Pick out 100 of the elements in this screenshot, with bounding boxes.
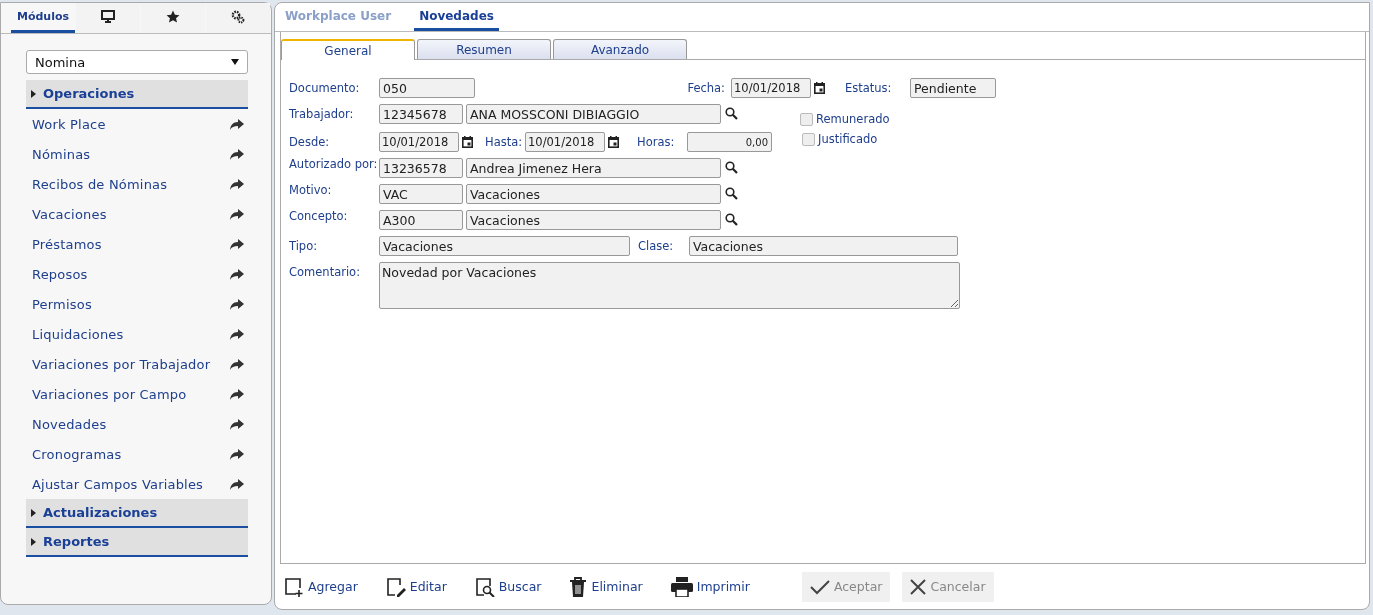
field-label: Autorizado por: [289, 158, 379, 171]
star-tab[interactable] [141, 3, 205, 33]
gears-tab[interactable] [206, 3, 270, 33]
section-header[interactable]: Reportes [26, 528, 248, 557]
menu-item[interactable]: Work Place [26, 109, 248, 139]
caret-icon [31, 537, 37, 546]
checkbox-label: Justificado [818, 132, 878, 146]
name-field[interactable]: Andrea Jimenez Hera [466, 158, 721, 178]
date-field[interactable]: 10/01/2018 [731, 78, 811, 98]
add-icon [284, 576, 304, 597]
share-arrow-icon [230, 478, 244, 490]
search-icon[interactable] [725, 213, 738, 226]
delete-button[interactable]: Eliminar [565, 571, 647, 602]
calendar-icon[interactable] [608, 136, 619, 148]
form-tab[interactable]: Resumen [417, 39, 551, 59]
section-title: Reportes [43, 534, 110, 549]
field-label: Desde: [289, 134, 331, 151]
share-arrow-icon [230, 388, 244, 400]
checkbox-label: Remunerado [816, 112, 890, 126]
field-label: Estatus: [845, 80, 893, 97]
code-field[interactable]: 13236578 [379, 158, 463, 178]
module-select[interactable]: Nomina [26, 50, 248, 74]
menu-item[interactable]: Ajustar Campos Variables [26, 469, 248, 499]
share-arrow-icon [230, 448, 244, 460]
field-label: Concepto: [289, 210, 349, 223]
field-label: Horas: [637, 134, 676, 151]
menu-item[interactable]: Préstamos [26, 229, 248, 259]
field-label: Trabajador: [289, 106, 355, 123]
share-arrow-icon [230, 148, 244, 160]
share-arrow-icon [230, 178, 244, 190]
menu-item[interactable]: Permisos [26, 289, 248, 319]
search-button[interactable]: Buscar [470, 571, 546, 602]
page-tab[interactable]: Novedades [414, 3, 499, 31]
form-tab[interactable]: General [281, 39, 415, 60]
name-field[interactable]: ANA MOSSCONI DIBIAGGIO [466, 104, 721, 124]
share-arrow-icon [230, 298, 244, 310]
section-title: Operaciones [43, 86, 135, 101]
checkbox[interactable] [802, 132, 815, 146]
field-label: Motivo: [289, 184, 333, 197]
print-button[interactable]: Imprimir [666, 571, 754, 602]
section-header[interactable]: Actualizaciones [26, 499, 248, 528]
printer-icon [670, 576, 693, 597]
search-icon[interactable] [725, 187, 738, 200]
date-field[interactable]: 10/01/2018 [525, 132, 605, 152]
gears-icon [231, 9, 245, 24]
document-field[interactable]: 050 [379, 78, 475, 98]
edit-button[interactable]: Editar [381, 571, 451, 602]
search-icon[interactable] [725, 107, 738, 120]
hours-field[interactable]: 0,00 [687, 132, 772, 152]
field-label: Clase: [638, 238, 675, 255]
class-field[interactable]: Vacaciones [689, 236, 958, 256]
section-title: Actualizaciones [43, 505, 158, 520]
code-field[interactable]: 12345678 [379, 104, 463, 124]
add-button[interactable]: Agregar [280, 571, 362, 602]
monitor-icon [101, 10, 115, 23]
calendar-icon[interactable] [462, 136, 473, 148]
calendar-icon[interactable] [814, 82, 825, 94]
share-arrow-icon [230, 268, 244, 280]
menu-item[interactable]: Variaciones por Campo [26, 379, 248, 409]
menu-item[interactable]: Variaciones por Trabajador [26, 349, 248, 379]
checkbox[interactable] [800, 112, 813, 126]
date-field[interactable]: 10/01/2018 [379, 132, 459, 152]
search-document-icon [474, 576, 495, 597]
caret-icon [31, 508, 37, 517]
menu-item[interactable]: Liquidaciones [26, 319, 248, 349]
form-tab[interactable]: Avanzado [553, 39, 687, 59]
menu-item[interactable]: Novedades [26, 409, 248, 439]
checkmark-icon [809, 578, 830, 595]
share-arrow-icon [230, 118, 244, 130]
status-field[interactable]: Pendiente [910, 78, 996, 98]
caret-icon [31, 89, 37, 98]
star-icon [166, 9, 180, 24]
field-label: Documento: [289, 80, 361, 97]
share-arrow-icon [230, 328, 244, 340]
name-field[interactable]: Vacaciones [466, 210, 721, 230]
name-field[interactable]: Vacaciones [466, 184, 721, 204]
edit-icon [385, 576, 406, 597]
close-icon [910, 578, 927, 595]
code-field[interactable]: VAC [379, 184, 463, 204]
field-label: Comentario: [289, 264, 362, 281]
monitor-tab[interactable] [76, 3, 140, 33]
menu-item[interactable]: Recibos de Nóminas [26, 169, 248, 199]
menu-item[interactable]: Nóminas [26, 139, 248, 169]
search-icon[interactable] [725, 161, 738, 174]
share-arrow-icon [230, 208, 244, 220]
comment-field[interactable]: Novedad por Vacaciones [379, 262, 960, 309]
field-label: Tipo: [289, 238, 319, 255]
field-label: Fecha: [686, 80, 725, 97]
share-arrow-icon [230, 418, 244, 430]
menu-item[interactable]: Vacaciones [26, 199, 248, 229]
menu-item[interactable]: Reposos [26, 259, 248, 289]
code-field[interactable]: A300 [379, 210, 463, 230]
dropdown-caret-icon [231, 59, 239, 65]
trash-icon [569, 576, 588, 597]
field-label: Hasta: [485, 134, 524, 151]
share-arrow-icon [230, 358, 244, 370]
menu-item[interactable]: Cronogramas [26, 439, 248, 469]
type-field[interactable]: Vacaciones [379, 236, 630, 256]
section-header[interactable]: Operaciones [26, 80, 248, 109]
share-arrow-icon [230, 238, 244, 250]
